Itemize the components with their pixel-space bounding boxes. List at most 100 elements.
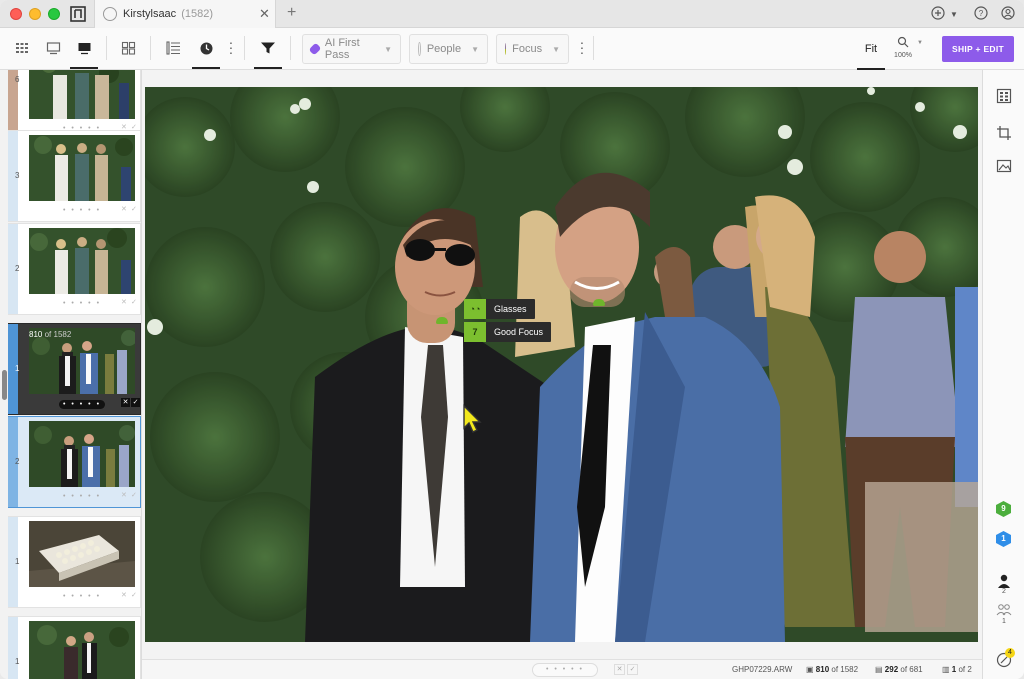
accept-icon[interactable]: ✓ [131,398,140,407]
filmstrip-scrollbar[interactable] [2,370,7,400]
svg-text:?: ? [979,9,984,18]
filter-button[interactable] [254,34,282,69]
new-tab-icon[interactable]: + [287,4,296,22]
close-window-button[interactable] [10,8,22,20]
ship-edit-button[interactable]: SHIP + EDIT [942,36,1014,62]
clock-icon [200,42,212,54]
filmstrip-frame[interactable]: 2 • • • • • ✕ ✓ [8,223,141,315]
group-icon[interactable] [996,602,1012,618]
filmstrip-frame[interactable]: 1 [8,616,141,679]
metadata-panel-icon[interactable] [996,88,1012,104]
zoom-percent: 100% [894,52,912,59]
accept-icon[interactable]: ✓ [131,591,137,599]
image-icon: ▣ [806,665,814,674]
person-icon [418,42,421,56]
add-circle-icon[interactable] [931,6,945,20]
photo-thumbnail [29,135,135,201]
reject-icon[interactable]: ✕ [121,298,127,306]
ai-sparkle-icon [308,42,322,56]
chevron-down-icon: ▼ [471,44,479,54]
face-focus-marker[interactable] [436,317,448,324]
filmstrip-frame[interactable]: 1 • • • • • ✕ ✓ [8,516,141,608]
list-icon [165,41,180,55]
compare-view-button[interactable] [39,34,67,62]
fit-zoom-button[interactable]: Fit [857,34,885,70]
person-icon[interactable] [996,573,1012,589]
survey-view-button[interactable] [114,34,142,62]
crop-icon[interactable] [996,125,1012,141]
photo-viewer: ◔◔ Glasses 7 Good Focus [142,70,982,659]
people-dropdown[interactable]: People ▼ [409,34,488,64]
focus-score: 7 [464,322,486,342]
people-count: 2 [1002,588,1006,595]
frame-stack-count: 6 [15,75,20,84]
app-window: Kirstylsaac (1582) ✕ + ▼ ? · · · AI Firs… [0,0,1024,679]
photo-thumbnail [29,228,135,294]
tag-good-focus-label: Good Focus [494,327,544,337]
main-photo[interactable] [145,87,978,642]
selected-total: of 1582 [44,330,72,339]
app-logo-icon [70,6,86,22]
filmstrip-frame[interactable]: 2 • • • • • ✕ ✓ [8,416,141,508]
chevron-down-icon[interactable]: ▼ [917,40,923,46]
star-rating[interactable]: • • • • • [63,300,101,307]
filmstrip-frame[interactable]: 3 • • • • • ✕ ✓ [8,130,141,222]
focus-dropdown[interactable]: Focus ▼ [496,34,569,64]
grid-view-button[interactable] [8,34,36,62]
filmstrip-frame-selected[interactable]: 1 810 of 1582 • • • • • ✕ ✓ [8,323,141,415]
tag-glasses-label: Glasses [494,304,527,314]
frame-stack-count: 1 [15,557,20,566]
reject-icon[interactable]: ✕ [121,398,130,407]
sort-button[interactable] [192,34,220,69]
tag-good-focus[interactable]: 7 Good Focus [464,322,552,342]
selected-index: 810 [29,330,43,339]
zoom-window-button[interactable] [48,8,60,20]
photo-thumbnail [29,421,135,487]
more-filters-icon[interactable]: · · · [579,35,585,59]
star-rating[interactable]: • • • • • [59,400,106,409]
more-options-icon[interactable]: · · · [228,35,234,59]
accept-icon[interactable]: ✓ [627,664,638,675]
accept-icon[interactable]: ✓ [131,298,137,306]
image-edit-icon[interactable] [996,158,1012,174]
project-icon [103,7,117,21]
frame-stack-count: 1 [15,364,20,373]
notification-count: 4 [1005,648,1015,658]
image-total: of 1582 [831,665,859,674]
reject-icon[interactable]: ✕ [121,491,127,499]
reject-icon[interactable]: ✕ [121,591,127,599]
help-icon[interactable]: ? [974,6,988,20]
photo-thumbnail [29,521,135,587]
accept-icon[interactable]: ✓ [131,491,137,499]
account-icon[interactable] [1001,6,1015,20]
focus-badge[interactable]: 9 [996,501,1011,517]
frame-stack-count: 2 [15,264,20,273]
zoom-100-button[interactable]: 100% ▼ [893,36,929,62]
star-rating[interactable]: • • • • • [63,493,101,500]
reject-icon[interactable]: ✕ [614,664,625,675]
list-view-button[interactable] [159,34,187,62]
accept-icon[interactable]: ✓ [131,205,137,213]
chevron-down-icon: ▼ [384,44,392,54]
status-star-rating[interactable]: • • • • • [532,663,598,677]
focus-icon [505,43,507,55]
star-rating[interactable]: • • • • • [63,207,101,214]
ai-first-pass-dropdown[interactable]: AI First Pass ▼ [302,34,401,64]
info-badge[interactable]: 1 [996,531,1011,547]
face-focus-marker[interactable] [593,299,605,306]
loupe-view-button[interactable] [70,34,98,69]
document-tab[interactable]: Kirstylsaac (1582) ✕ [94,0,276,28]
minimize-window-button[interactable] [29,8,41,20]
focus-label: Focus [512,43,543,55]
chevron-down-icon: ▼ [552,44,560,54]
loupe-icon [78,43,90,55]
star-rating[interactable]: • • • • • [63,593,101,600]
photo-thumbnail [29,621,135,679]
close-tab-icon[interactable]: ✕ [259,6,270,22]
filmstrip: 6 • • • • • ✕ ✓ 3 • • • • • ✕ ✓ 2 • • • … [0,70,142,679]
tag-glasses[interactable]: ◔◔ Glasses [464,299,535,319]
reject-icon[interactable]: ✕ [121,205,127,213]
chevron-down-icon[interactable]: ▼ [950,10,958,19]
notification-button[interactable]: 4 [995,648,1015,668]
filtered-icon: ▤ [875,665,883,674]
